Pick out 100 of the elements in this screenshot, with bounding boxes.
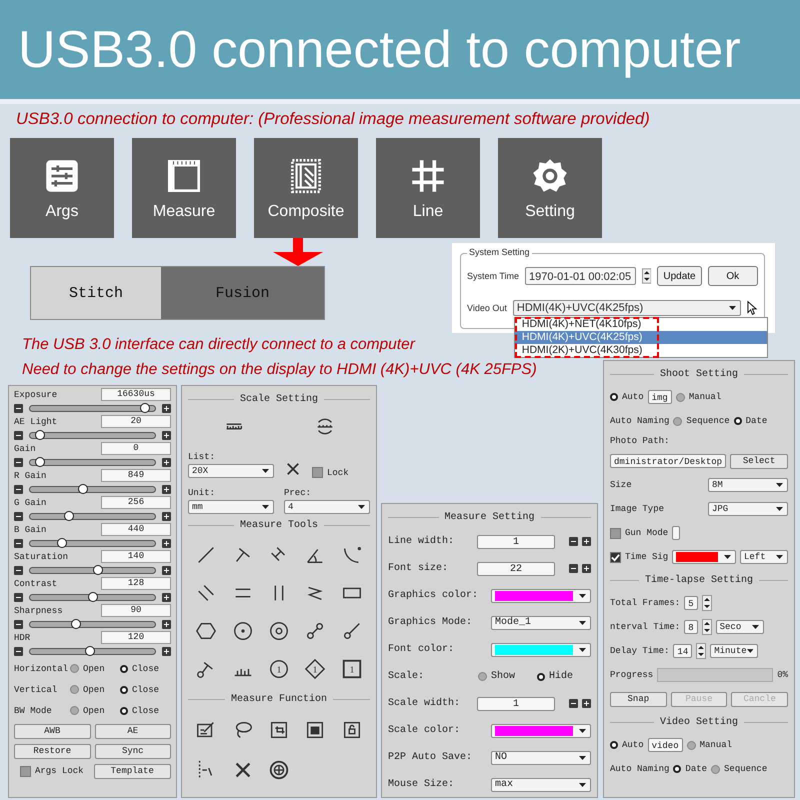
menu-tile[interactable]: Setting: [498, 138, 602, 238]
dropdown[interactable]: 4: [284, 500, 370, 514]
value-field[interactable]: 849: [101, 469, 171, 482]
radio-option[interactable]: Auto: [610, 392, 644, 402]
radio-option[interactable]: Open: [70, 664, 120, 674]
plus-button[interactable]: [162, 458, 171, 466]
slider[interactable]: [29, 646, 156, 656]
numbered-circle-icon[interactable]: 1: [268, 658, 290, 680]
minus-button[interactable]: [14, 592, 23, 602]
value-field[interactable]: 90: [101, 604, 171, 617]
slider-thumb[interactable]: [34, 457, 45, 467]
slider[interactable]: [29, 430, 156, 440]
template-button[interactable]: Template: [94, 764, 171, 778]
menu-tile[interactable]: Args: [10, 138, 114, 238]
minus-button[interactable]: [14, 538, 23, 548]
dropdown[interactable]: Seco: [716, 620, 764, 634]
action-button[interactable]: AE: [94, 724, 171, 738]
plus-button[interactable]: [162, 430, 171, 440]
minus-button[interactable]: [14, 512, 23, 520]
radio-option[interactable]: Manual: [676, 392, 722, 402]
value-field[interactable]: 440: [101, 523, 171, 536]
minus-button[interactable]: [14, 566, 23, 574]
grid-circle-icon[interactable]: [268, 759, 290, 781]
dropdown[interactable]: 20X: [188, 464, 274, 478]
menu-tile[interactable]: Composite: [254, 138, 358, 238]
text-field[interactable]: 8: [684, 620, 698, 634]
slider-thumb[interactable]: [71, 619, 82, 629]
tab[interactable]: Stitch: [31, 267, 161, 319]
checkbox[interactable]: Lock: [312, 467, 349, 478]
value-field[interactable]: 16630us: [101, 388, 171, 401]
action-button[interactable]: Restore: [14, 744, 90, 758]
slider-thumb[interactable]: [85, 646, 96, 656]
radio-option[interactable]: Auto: [610, 740, 644, 750]
text-field[interactable]: video: [648, 738, 683, 752]
slider[interactable]: [29, 403, 156, 413]
radio-option[interactable]: Open: [70, 706, 120, 716]
text-field[interactable]: dministrator/Desktop: [610, 454, 726, 468]
text-field[interactable]: 14: [673, 644, 692, 658]
ok-button[interactable]: Ok: [708, 266, 758, 286]
slider[interactable]: [29, 565, 156, 575]
plus-button[interactable]: [162, 646, 171, 656]
menu-tile[interactable]: Line: [376, 138, 480, 238]
text-field[interactable]: [672, 526, 680, 540]
dropdown[interactable]: JPG: [708, 502, 788, 516]
radio-option[interactable]: Close: [120, 706, 170, 716]
action-button[interactable]: AWB: [14, 724, 90, 738]
dropdown[interactable]: Left: [740, 550, 788, 564]
dropdown-option[interactable]: HDMI(2K)+UVC(4K30fps): [514, 344, 767, 357]
minus-button[interactable]: [14, 484, 23, 494]
spin-arrows-icon[interactable]: [642, 268, 652, 284]
value-field[interactable]: 128: [101, 577, 171, 590]
text-field[interactable]: img: [648, 390, 672, 404]
spin-arrows-icon[interactable]: [696, 643, 706, 659]
checkbox[interactable]: Time Sig: [610, 552, 668, 562]
slider-thumb[interactable]: [78, 484, 88, 494]
dropdown[interactable]: 8M: [708, 478, 788, 492]
text-field[interactable]: 1: [477, 696, 555, 710]
select-button[interactable]: Select: [730, 454, 788, 468]
dropdown[interactable]: mm: [188, 500, 274, 514]
slider-thumb[interactable]: [64, 511, 74, 521]
action-button[interactable]: Sync: [94, 744, 171, 758]
radio-option[interactable]: Sequence: [673, 416, 730, 426]
minus-button[interactable]: [14, 404, 23, 412]
tab[interactable]: Fusion: [161, 267, 324, 319]
plus-button[interactable]: [162, 404, 171, 412]
dropdown[interactable]: Minute: [710, 644, 758, 658]
value-field[interactable]: 256: [101, 496, 171, 509]
plus-button[interactable]: [582, 537, 591, 546]
dropdown[interactable]: NO: [491, 750, 591, 764]
value-field[interactable]: 120: [101, 631, 171, 644]
dropdown-option[interactable]: HDMI(4K)+UVC(4K25fps): [514, 331, 767, 344]
plus-button[interactable]: [162, 512, 171, 520]
minus-button[interactable]: [569, 537, 578, 546]
plus-button[interactable]: [162, 620, 171, 628]
slider[interactable]: [29, 484, 156, 494]
radio-option[interactable]: Close: [120, 664, 170, 674]
plus-button[interactable]: [582, 564, 591, 573]
value-field[interactable]: 20: [101, 415, 171, 428]
dropdown[interactable]: max: [491, 778, 591, 792]
slider-thumb[interactable]: [88, 592, 98, 602]
radio-option[interactable]: Manual: [686, 740, 732, 750]
minus-button[interactable]: [569, 699, 578, 708]
minus-button[interactable]: [569, 564, 578, 573]
radio-option[interactable]: Open: [70, 684, 120, 694]
datetime-field[interactable]: 1970-01-01 00:02:05: [525, 267, 636, 285]
minus-button[interactable]: [14, 620, 23, 628]
slider-thumb[interactable]: [93, 565, 104, 575]
numbered-square-icon[interactable]: 1: [340, 658, 363, 680]
numbered-diamond-icon[interactable]: 1: [304, 658, 326, 680]
radio-option[interactable]: Close: [120, 684, 170, 694]
slider[interactable]: [29, 592, 156, 602]
plus-button[interactable]: [162, 566, 171, 574]
plus-button[interactable]: [162, 592, 171, 602]
minus-button[interactable]: [14, 646, 23, 656]
slider[interactable]: [29, 457, 156, 467]
text-field[interactable]: 1: [477, 534, 555, 548]
text-field[interactable]: 22: [477, 562, 555, 576]
plus-button[interactable]: [162, 538, 171, 548]
spin-arrows-icon[interactable]: [702, 619, 712, 635]
update-button[interactable]: Update: [657, 266, 702, 286]
